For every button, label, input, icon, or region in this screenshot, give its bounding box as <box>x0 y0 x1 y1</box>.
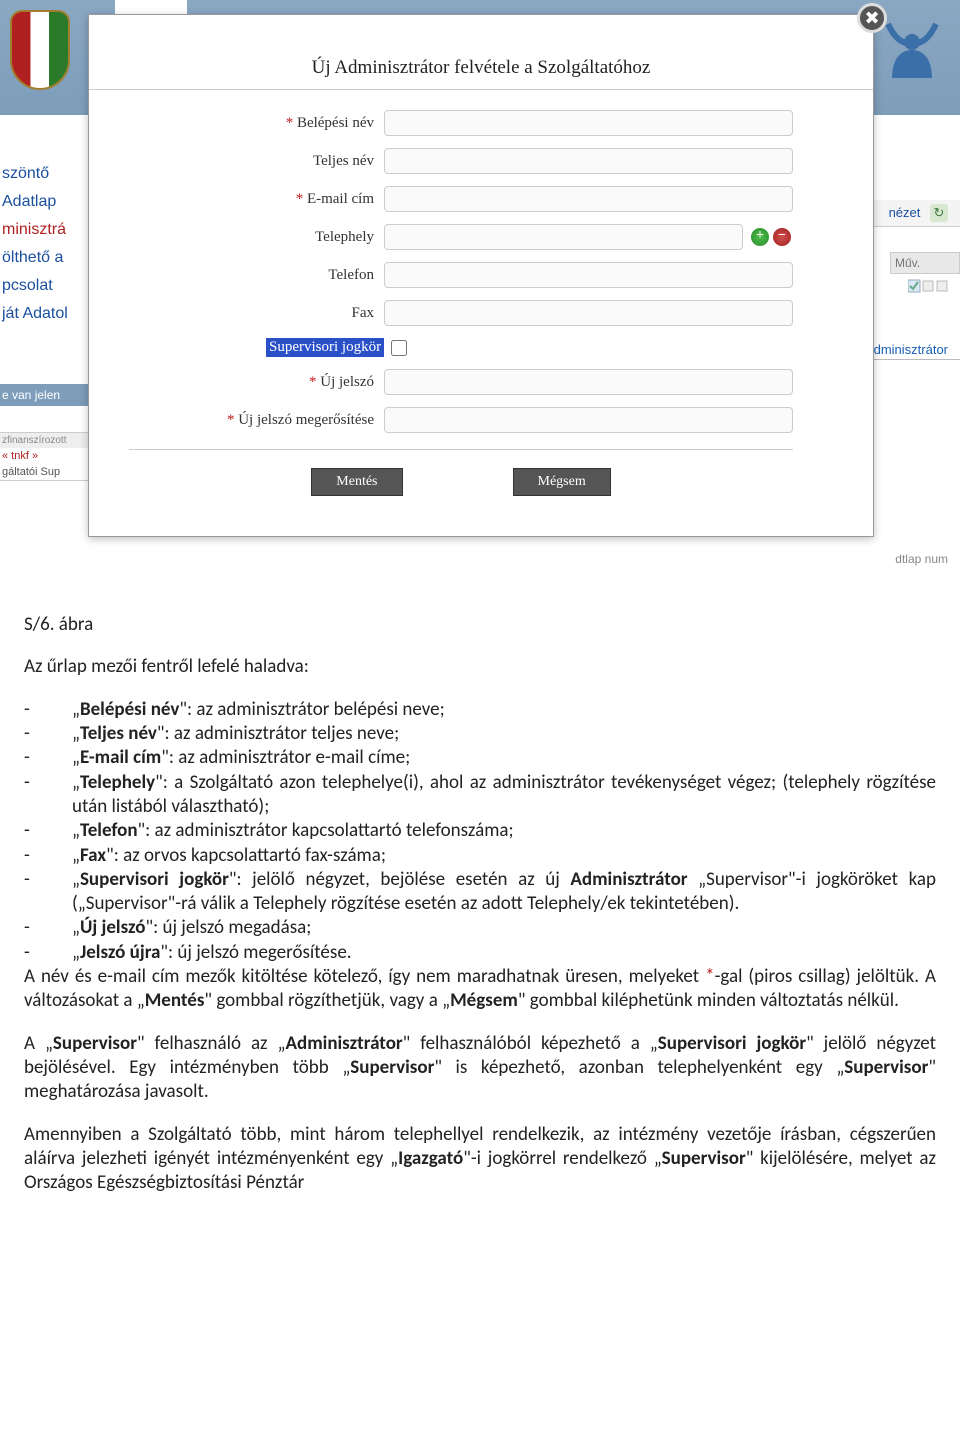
list-item: „E-mail cím": az adminisztrátor e-mail c… <box>24 746 936 770</box>
sidebar-item[interactable]: szöntő <box>0 160 88 188</box>
app-logo-icon <box>882 22 942 82</box>
sidebar-item[interactable]: minisztrá <box>0 216 88 244</box>
field-label: Fax <box>129 305 384 322</box>
paragraph: Amennyiben a Szolgáltató több, mint háro… <box>24 1123 936 1196</box>
full-name-input[interactable] <box>384 148 793 174</box>
list-item: „Új jelszó": új jelszó megadása; <box>24 916 936 940</box>
remove-icon[interactable]: − <box>773 228 791 246</box>
paragraph: A név és e-mail cím mezők kitöltése köte… <box>24 965 936 1014</box>
phone-input[interactable] <box>384 262 793 288</box>
document-body: S/6. ábra Az űrlap mezői fentről lefelé … <box>0 605 960 1234</box>
list-item: „Telefon": az adminisztrátor kapcsolatta… <box>24 819 936 843</box>
screenshot-region: szöntő Adatlap minisztrá ölthető a pcsol… <box>0 0 960 605</box>
sidebar-item[interactable]: pcsolat <box>0 272 88 300</box>
field-label: Telefon <box>129 267 384 284</box>
site-input[interactable] <box>384 224 743 250</box>
add-icon[interactable]: + <box>751 228 769 246</box>
sidebar-item[interactable]: ját Adatol <box>0 300 88 328</box>
footer-text: zfinanszírozott <box>0 432 88 448</box>
new-password-input[interactable] <box>384 369 793 395</box>
list-item: „Jelszó újra": új jelszó megerősítése. <box>24 941 936 965</box>
list-item: „Belépési név": az adminisztrátor belépé… <box>24 698 936 722</box>
login-status-bar: e van jelen <box>0 384 88 406</box>
list-item: „Supervisori jogkör": jelölő négyzet, be… <box>24 868 936 917</box>
field-label-selected: Supervisori jogkör <box>266 338 384 357</box>
footer-fragment: dtlap num <box>840 550 960 568</box>
new-admin-modal: ✖ Új Adminisztrátor felvétele a Szolgált… <box>88 14 874 537</box>
view-label: nézet ↻ <box>860 200 960 227</box>
confirm-password-input[interactable] <box>384 407 793 433</box>
field-label: Telephely <box>129 229 384 246</box>
cancel-button[interactable]: Mégsem <box>513 468 611 496</box>
hungary-crest-icon <box>10 10 70 90</box>
footer-link[interactable]: « tnkf » <box>0 448 88 464</box>
modal-title: Új Adminisztrátor felvétele a Szolgáltat… <box>89 15 873 90</box>
footer-text: gáltatói Sup <box>0 464 88 481</box>
sidebar-item[interactable]: Adatlap <box>0 188 88 216</box>
list-item: „Fax": az orvos kapcsolattartó fax-száma… <box>24 844 936 868</box>
row-action-icons[interactable] <box>908 278 948 299</box>
field-label: * Új jelszó <box>129 374 384 391</box>
refresh-icon[interactable]: ↻ <box>930 204 948 222</box>
fax-input[interactable] <box>384 300 793 326</box>
intro-text: Az űrlap mezői fentről lefelé haladva: <box>24 655 936 679</box>
supervisor-checkbox[interactable] <box>391 340 407 356</box>
paragraph: A „Supervisor" felhasználó az „Adminiszt… <box>24 1032 936 1105</box>
field-label: * Új jelszó megerősítése <box>129 412 384 429</box>
field-label: Teljes név <box>129 153 384 170</box>
login-name-input[interactable] <box>384 110 793 136</box>
field-description-list: „Belépési név": az adminisztrátor belépé… <box>24 698 936 965</box>
figure-caption: S/6. ábra <box>24 613 936 637</box>
list-item: „Telephely": a Szolgáltató azon telephel… <box>24 771 936 820</box>
close-icon[interactable]: ✖ <box>857 3 887 33</box>
save-button[interactable]: Mentés <box>311 468 402 496</box>
sidebar-item[interactable]: ölthető a <box>0 244 88 272</box>
column-header: Műv. <box>890 252 960 274</box>
field-label: * Belépési név <box>129 115 384 132</box>
list-item: „Teljes név": az adminisztrátor teljes n… <box>24 722 936 746</box>
email-input[interactable] <box>384 186 793 212</box>
field-label: * E-mail cím <box>129 191 384 208</box>
sidebar-nav: szöntő Adatlap minisztrá ölthető a pcsol… <box>0 160 88 481</box>
redaction-strip <box>0 115 88 155</box>
